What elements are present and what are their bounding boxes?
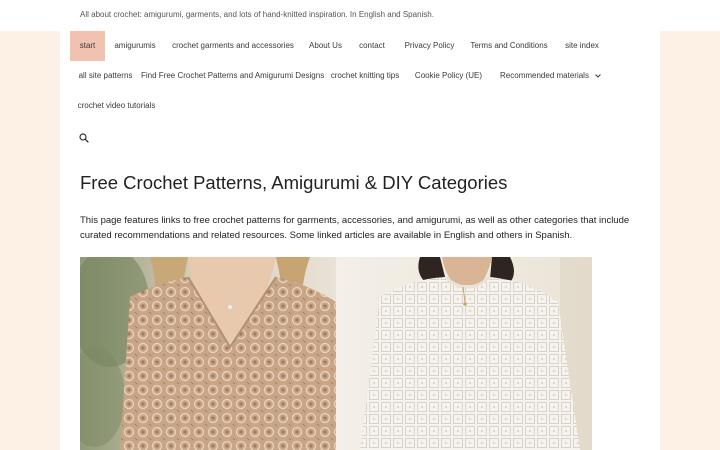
nav-item-all-patterns[interactable]: all site patterns (70, 61, 141, 91)
nav-item-about-us[interactable]: About Us (301, 31, 350, 61)
intro-paragraph: This page features links to free crochet… (80, 215, 630, 241)
nav-item-privacy-policy[interactable]: Privacy Policy (394, 31, 465, 61)
search-icon[interactable] (79, 130, 89, 143)
nav-item-amigurumis[interactable]: amigurumis (105, 31, 165, 61)
nav-item-terms[interactable]: Terms and Conditions (465, 31, 553, 61)
nav-item-knitting-tips[interactable]: crochet knitting tips (322, 61, 408, 91)
nav-item-crochet-garments[interactable]: crochet garments and accessories (165, 31, 301, 61)
chevron-down-icon (595, 62, 601, 92)
nav-item-find-free-patterns[interactable]: Find Free Crochet Patterns and Amigurumi… (141, 61, 324, 91)
nav-item-label: Recommended materials (500, 71, 589, 80)
main-container: start amigurumis crochet garments and ac… (60, 31, 660, 450)
nav-item-site-index[interactable]: site index (553, 31, 611, 61)
nav-item-video-tutorials[interactable]: crochet video tutorials (70, 91, 163, 121)
hero-image (80, 257, 592, 450)
nav-item-cookie-policy[interactable]: Cookie Policy (UE) (408, 61, 489, 91)
nav-item-start[interactable]: start (70, 31, 105, 61)
site-header: All about crochet: amigurumi, garments, … (0, 0, 720, 31)
site-tagline: All about crochet: amigurumi, garments, … (80, 10, 434, 19)
nav-item-recommended-materials[interactable]: Recommended materials (489, 61, 612, 91)
nav-item-contact[interactable]: contact (350, 31, 394, 61)
page-title: Free Crochet Patterns, Amigurumi & DIY C… (80, 172, 508, 193)
